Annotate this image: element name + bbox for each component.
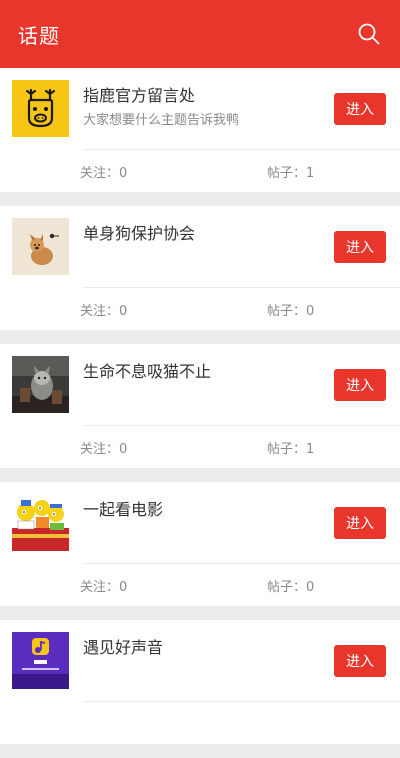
follow-count: 关注：0 — [80, 166, 128, 181]
post-count: 帖子：1 — [267, 442, 315, 457]
topic-title: 单身狗保护协会 — [83, 224, 196, 243]
post-count: 帖子：1 — [267, 166, 315, 181]
dog-thumbnail — [12, 218, 69, 275]
topic-card-main[interactable]: 遇见好声音 进入 — [0, 620, 400, 701]
topic-title: 生命不息吸猫不止 — [83, 362, 212, 381]
post-count: 帖子：0 — [267, 580, 315, 595]
enter-button[interactable]: 进入 — [334, 231, 386, 263]
topic-card-main[interactable]: 指鹿官方留言处 大家想要什么主题告诉我鸭 进入 — [0, 68, 400, 149]
search-button[interactable] — [354, 19, 384, 49]
follow-count: 关注：0 — [80, 442, 128, 457]
topic-list: 指鹿官方留言处 大家想要什么主题告诉我鸭 进入 关注：0 帖子：1 单身狗保护协… — [0, 68, 400, 758]
enter-button[interactable]: 进入 — [334, 93, 386, 125]
topic-stats: 关注：0 帖子：1 — [0, 150, 400, 192]
topic-card-main[interactable]: 生命不息吸猫不止 进入 — [0, 344, 400, 425]
topic-stats: 关注：0 帖子：0 — [0, 288, 400, 330]
topic-card-main[interactable]: 一起看电影 进入 — [0, 482, 400, 563]
movie-cartoon-thumbnail — [12, 494, 69, 551]
topic-description: 大家想要什么主题告诉我鸭 — [83, 113, 240, 128]
topic-card[interactable]: 生命不息吸猫不止 进入 关注：0 帖子：1 — [0, 344, 400, 468]
topic-title: 指鹿官方留言处 — [83, 86, 196, 105]
enter-button[interactable]: 进入 — [334, 369, 386, 401]
topic-title: 遇见好声音 — [83, 638, 164, 657]
topic-stats — [0, 702, 400, 744]
topic-stats: 关注：0 帖子：1 — [0, 426, 400, 468]
topic-card[interactable]: 一起看电影 进入 关注：0 帖子：0 — [0, 482, 400, 606]
cat-photo-thumbnail — [12, 356, 69, 413]
follow-count: 关注：0 — [80, 580, 128, 595]
topic-card[interactable]: 单身狗保护协会 进入 关注：0 帖子：0 — [0, 206, 400, 330]
page-title: 话题 — [18, 23, 60, 48]
topic-stats: 关注：0 帖子：0 — [0, 564, 400, 606]
topic-title: 一起看电影 — [83, 500, 164, 519]
app-header: 话题 — [0, 0, 400, 68]
music-app-thumbnail — [12, 632, 69, 689]
topic-card[interactable]: 指鹿官方留言处 大家想要什么主题告诉我鸭 进入 关注：0 帖子：1 — [0, 68, 400, 192]
search-icon — [358, 23, 380, 45]
topic-card[interactable]: 遇见好声音 进入 — [0, 620, 400, 744]
post-count: 帖子：0 — [267, 304, 315, 319]
topic-card-main[interactable]: 单身狗保护协会 进入 — [0, 206, 400, 287]
deer-logo-thumbnail — [12, 80, 69, 137]
follow-count: 关注：0 — [80, 304, 128, 319]
enter-button[interactable]: 进入 — [334, 645, 386, 677]
enter-button[interactable]: 进入 — [334, 507, 386, 539]
